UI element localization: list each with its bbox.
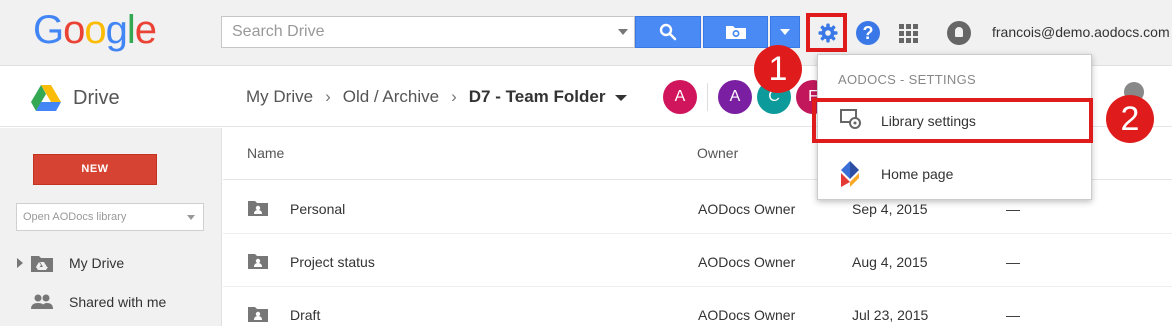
library-select-placeholder: Open AODocs library xyxy=(23,211,127,223)
new-button[interactable]: NEW xyxy=(33,154,157,185)
drive-logo-icon xyxy=(31,85,61,111)
menu-item-home-page[interactable]: Home page xyxy=(818,153,1091,195)
sidebar-item-my-drive[interactable]: My Drive xyxy=(0,248,222,278)
breadcrumb-current-folder[interactable]: D7 - Team Folder xyxy=(469,87,606,107)
search-icon xyxy=(659,23,677,41)
sharer-avatar[interactable]: A xyxy=(718,80,752,114)
column-header-owner[interactable]: Owner xyxy=(697,145,738,161)
menu-item-library-settings[interactable]: Library settings xyxy=(818,100,1091,142)
chevron-down-icon xyxy=(780,29,790,35)
aodocs-logo-icon xyxy=(841,161,859,187)
search-folder-button[interactable] xyxy=(703,16,768,48)
logo-letter: e xyxy=(134,8,157,52)
help-icon[interactable]: ? xyxy=(856,21,880,45)
file-date: Sep 4, 2015 xyxy=(852,201,928,217)
file-date: Aug 4, 2015 xyxy=(852,254,928,270)
breadcrumb-old-archive[interactable]: Old / Archive xyxy=(343,87,439,107)
library-settings-icon xyxy=(840,109,861,129)
search-box xyxy=(221,16,635,48)
sidebar: NEW Open AODocs library My Drive Shared … xyxy=(0,128,222,326)
file-owner: AODocs Owner xyxy=(698,201,796,217)
step-callout-1: 1 xyxy=(754,45,802,93)
camera-folder-icon xyxy=(725,26,746,39)
settings-button[interactable] xyxy=(806,13,847,52)
drive-title[interactable]: Drive xyxy=(73,87,120,110)
logo-letter: G xyxy=(33,8,64,52)
sidebar-item-shared-with-me[interactable]: Shared with me xyxy=(0,287,222,317)
search-input[interactable] xyxy=(222,17,612,47)
sharer-avatar[interactable]: A xyxy=(663,80,697,114)
chevron-right-icon: › xyxy=(325,87,331,106)
breadcrumb: My Drive › Old / Archive › D7 - Team Folder xyxy=(246,87,628,107)
file-owner: AODocs Owner xyxy=(698,254,796,270)
menu-heading: AODOCS - SETTINGS xyxy=(838,72,977,87)
menu-item-label: Home page xyxy=(881,166,954,182)
notifications-icon[interactable] xyxy=(947,21,971,45)
search-options-caret-icon[interactable] xyxy=(618,29,628,35)
expand-arrow-icon[interactable] xyxy=(17,258,23,268)
chevron-down-icon xyxy=(187,215,195,220)
shared-folder-icon xyxy=(248,201,268,216)
table-row[interactable]: Draft AODocs Owner Jul 23, 2015 — xyxy=(223,287,1172,326)
step-callout-2: 2 xyxy=(1106,95,1154,143)
open-library-select[interactable]: Open AODocs library xyxy=(16,203,204,231)
search-button[interactable] xyxy=(635,16,701,48)
menu-item-label: Library settings xyxy=(881,113,976,129)
file-name: Project status xyxy=(290,254,375,270)
user-email[interactable]: francois@demo.aodocs.com xyxy=(992,24,1170,40)
sidebar-item-label: My Drive xyxy=(69,255,125,271)
logo-letter: o xyxy=(63,8,85,52)
logo-letter: l xyxy=(126,8,136,52)
sidebar-item-label: Shared with me xyxy=(69,294,167,310)
search-dropdown-button[interactable] xyxy=(770,16,800,48)
logo-letter: g xyxy=(105,8,128,52)
file-size: — xyxy=(1006,201,1020,217)
gear-icon xyxy=(818,23,838,43)
file-date: Jul 23, 2015 xyxy=(852,307,929,323)
file-name: Personal xyxy=(290,201,346,217)
chevron-right-icon: › xyxy=(451,87,457,106)
people-icon xyxy=(31,294,53,309)
file-size: — xyxy=(1006,254,1020,270)
shared-folder-icon xyxy=(248,307,268,322)
breadcrumb-my-drive[interactable]: My Drive xyxy=(246,87,313,107)
drive-folder-icon xyxy=(31,256,53,272)
divider xyxy=(707,83,708,111)
file-owner: AODocs Owner xyxy=(698,307,796,323)
shared-folder-icon xyxy=(248,254,268,269)
aodocs-settings-menu: AODOCS - SETTINGS Library settings Home … xyxy=(812,54,1093,200)
apps-grid-icon[interactable] xyxy=(899,24,919,44)
file-size: — xyxy=(1006,307,1020,323)
column-header-name[interactable]: Name xyxy=(247,145,284,161)
folder-menu-caret-icon[interactable] xyxy=(615,94,628,101)
google-logo[interactable]: Google xyxy=(33,8,157,53)
logo-letter: o xyxy=(84,8,106,52)
file-name: Draft xyxy=(290,307,321,323)
table-row[interactable]: Project status AODocs Owner Aug 4, 2015 … xyxy=(223,234,1172,287)
